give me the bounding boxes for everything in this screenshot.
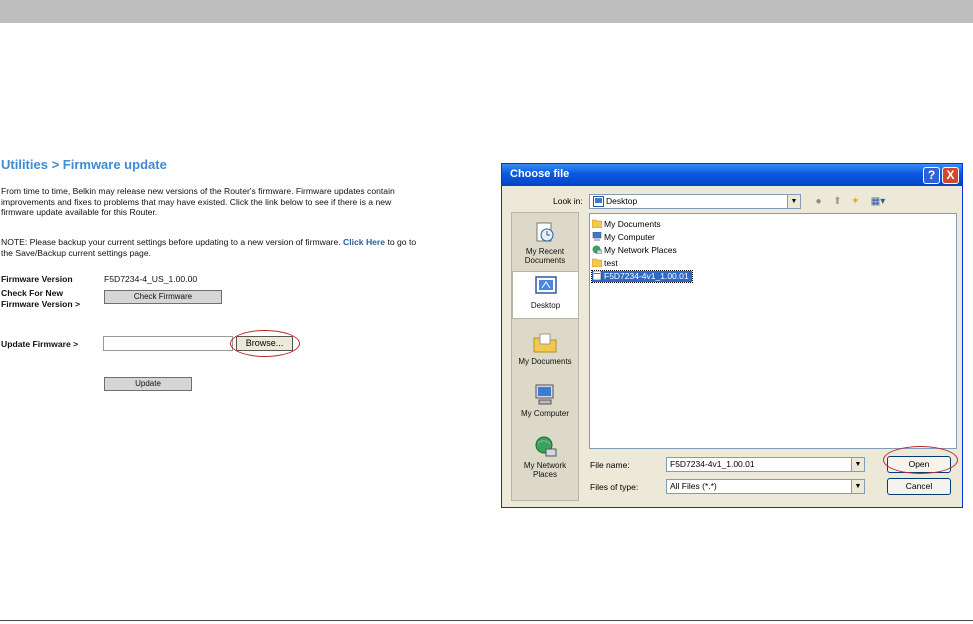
place-my-network-places[interactable]: My Network Places — [512, 435, 578, 479]
note-paragraph: NOTE: Please backup your current setting… — [1, 237, 416, 258]
intro-line: firmware update available for this Route… — [1, 207, 158, 218]
up-folder-icon[interactable]: ⬆ — [831, 195, 844, 208]
place-label: Desktop — [530, 301, 561, 310]
recent-documents-icon — [536, 222, 554, 242]
computer-icon — [592, 232, 602, 241]
chevron-down-icon[interactable]: ▼ — [851, 458, 864, 471]
check-new-label-line2: Firmware Version > — [1, 298, 81, 309]
check-new-firmware-label: Check For New Firmware Version > — [1, 288, 80, 309]
desktop-icon — [534, 276, 557, 294]
chevron-down-icon[interactable]: ▼ — [851, 480, 864, 493]
file-name: test — [604, 258, 618, 268]
check-firmware-button[interactable]: Check Firmware — [104, 290, 222, 304]
help-button[interactable]: ? — [923, 167, 940, 184]
note-text-tail: to go to — [385, 237, 417, 247]
place-label: My Network Places — [523, 461, 567, 479]
place-label: My Recent Documents — [524, 247, 566, 265]
place-my-recent-documents[interactable]: My Recent Documents — [512, 221, 578, 265]
folder-icon — [592, 219, 602, 228]
firmware-file-input[interactable] — [103, 336, 233, 351]
files-of-type-select[interactable]: All Files (*.*) ▼ — [666, 479, 865, 494]
files-of-type-label: Files of type: — [590, 482, 639, 492]
file-name: F5D7234-4v1_1.00.01 — [604, 271, 689, 281]
file-name: My Computer — [604, 232, 656, 242]
check-new-label-line1: Check For New — [1, 288, 64, 298]
place-my-computer[interactable]: My Computer — [512, 383, 578, 418]
list-item[interactable]: My Network Places — [592, 245, 680, 256]
file-name-input[interactable]: F5D7234-4v1_1.00.01 ▼ — [666, 457, 865, 472]
desktop-small-icon — [593, 196, 604, 207]
back-icon[interactable]: ● — [812, 195, 825, 208]
update-firmware-label: Update Firmware > — [1, 339, 79, 349]
open-highlight-circle — [883, 446, 958, 474]
views-menu-icon[interactable]: ▦▾ — [868, 195, 888, 208]
page-title: Utilities > Firmware update — [1, 157, 167, 172]
files-of-type-value: All Files (*.*) — [670, 481, 717, 491]
list-item[interactable]: My Computer — [592, 232, 658, 243]
chevron-down-icon[interactable]: ▼ — [787, 195, 800, 208]
browse-highlight-circle — [230, 330, 300, 357]
note-text-line2: the Save/Backup current settings page. — [1, 247, 152, 258]
firmware-version-value: F5D7234-4_US_1.00.00 — [104, 274, 198, 284]
file-name-value: F5D7234-4v1_1.00.01 — [670, 459, 755, 469]
look-in-value: Desktop — [606, 196, 638, 206]
file-icon — [592, 271, 602, 280]
intro-line: improvements and fixes to problems that … — [1, 196, 392, 207]
click-here-link[interactable]: Click Here — [343, 237, 385, 247]
dialog-title-bar: Choose file ? X — [502, 164, 962, 186]
cancel-button[interactable]: Cancel — [887, 478, 951, 495]
my-computer-icon — [535, 384, 554, 405]
file-name: My Documents — [604, 219, 661, 229]
place-my-documents[interactable]: My Documents — [512, 331, 578, 366]
intro-paragraph: From time to time, Belkin may release ne… — [1, 186, 395, 218]
place-desktop[interactable]: Desktop — [512, 271, 578, 319]
place-label: My Documents — [518, 357, 572, 366]
intro-line: From time to time, Belkin may release ne… — [1, 186, 395, 196]
network-places-icon — [535, 436, 557, 457]
firmware-version-label: Firmware Version — [1, 274, 73, 284]
header-bar — [0, 0, 973, 23]
close-button[interactable]: X — [942, 167, 959, 184]
list-item[interactable]: My Documents — [592, 219, 664, 230]
list-item[interactable]: test — [592, 258, 621, 269]
dialog-title: Choose file — [510, 168, 570, 180]
file-list[interactable]: My Documents My Computer My Network Plac… — [589, 213, 957, 449]
my-documents-icon — [533, 333, 557, 353]
folder-icon — [592, 258, 602, 267]
places-bar: My Recent Documents Desktop My Documents… — [511, 212, 579, 501]
new-folder-icon[interactable]: ✶ — [849, 195, 862, 208]
file-name: My Network Places — [604, 245, 677, 255]
network-icon — [592, 245, 602, 254]
look-in-select[interactable]: Desktop ▼ — [589, 194, 801, 209]
place-label: My Computer — [520, 409, 569, 418]
note-text: NOTE: Please backup your current setting… — [1, 237, 344, 247]
update-button[interactable]: Update — [104, 377, 192, 391]
divider — [0, 620, 973, 621]
look-in-label: Look in: — [553, 196, 583, 206]
list-item-selected[interactable]: F5D7234-4v1_1.00.01 — [591, 270, 693, 283]
file-name-label: File name: — [590, 460, 630, 470]
